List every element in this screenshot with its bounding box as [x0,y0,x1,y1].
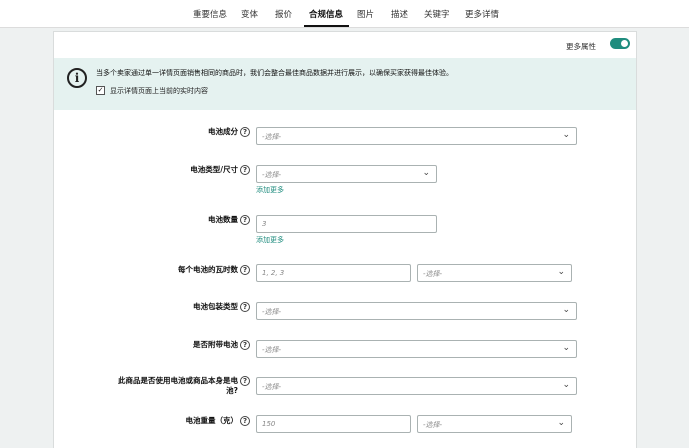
tab-more-details[interactable]: 更多详情 [465,8,499,20]
input-placeholder: 150 [262,420,276,428]
help-icon[interactable]: ? [240,376,250,386]
tab-keywords[interactable]: 关键字 [424,8,450,20]
more-attributes-label: 更多属性 [566,42,596,51]
chevron-down-icon: ⌄ [562,380,570,390]
battery-weight-unit-select[interactable]: -选择- ⌄ [417,415,572,433]
info-notice: i 当多个卖家通过单一详情页面销售相同的商品时，我们会整合最佳商品数据并进行展示… [54,58,636,110]
live-content-checkbox-label: 显示详情页面上当前的实时内容 [110,87,208,95]
help-icon[interactable]: ? [240,302,250,312]
help-icon[interactable]: ? [240,215,250,225]
battery-type-select[interactable]: -选择- ⌄ [256,165,437,183]
battery-composition-select[interactable]: -选择- ⌄ [256,127,577,145]
chevron-down-icon: ⌄ [422,168,430,178]
batteries-included-label: 是否附带电池 [193,340,238,349]
select-value: -选择- [262,133,282,141]
watt-hours-input[interactable]: 1, 2, 3 [256,264,411,282]
tab-compliance[interactable]: 合规信息 [309,8,343,20]
uses-battery-select[interactable]: -选择- ⌄ [256,377,577,395]
help-icon[interactable]: ? [240,165,250,175]
help-icon[interactable]: ? [240,416,250,426]
watt-hours-label: 每个电池的瓦时数 [178,265,238,274]
notice-text: 当多个卖家通过单一详情页面销售相同的商品时，我们会整合最佳商品数据并进行展示，以… [96,69,453,77]
battery-count-label: 电池数量 [208,215,238,224]
battery-type-label: 电池类型/尺寸 [190,165,238,174]
help-icon[interactable]: ? [240,340,250,350]
battery-weight-input[interactable]: 150 [256,415,411,433]
select-value: -选择- [262,308,282,316]
chevron-down-icon: ⌄ [562,305,570,315]
watt-hours-unit-select[interactable]: -选择- ⌄ [417,264,572,282]
help-icon[interactable]: ? [240,265,250,275]
battery-count-add-more-link[interactable]: 添加更多 [256,235,284,245]
select-value: -选择- [262,171,282,179]
tab-description[interactable]: 描述 [391,8,408,20]
uses-battery-label: 此商品是否使用电池或商品本身是电池? [118,376,238,395]
tab-images[interactable]: 图片 [357,8,374,20]
input-placeholder: 3 [262,220,267,228]
select-value: -选择- [262,383,282,391]
tab-variations[interactable]: 变体 [241,8,258,20]
nav-divider [0,27,689,28]
info-icon: i [67,68,87,88]
select-value: -选择- [423,270,443,278]
select-value: -选择- [262,346,282,354]
battery-packaging-select[interactable]: -选择- ⌄ [256,302,577,320]
battery-composition-label: 电池成分 [208,127,238,136]
tab-important-info[interactable]: 重要信息 [193,8,227,20]
chevron-down-icon: ⌄ [562,343,570,353]
help-icon[interactable]: ? [240,127,250,137]
tab-offer[interactable]: 报价 [275,8,292,20]
chevron-down-icon: ⌄ [557,418,565,428]
compliance-form-card: 更多属性 i 当多个卖家通过单一详情页面销售相同的商品时，我们会整合最佳商品数据… [53,31,637,448]
chevron-down-icon: ⌄ [562,130,570,140]
battery-packaging-label: 电池包装类型 [193,302,238,311]
input-placeholder: 1, 2, 3 [262,269,285,277]
live-content-checkbox[interactable]: ✓ [96,86,105,95]
top-navigation: 重要信息 变体 报价 合规信息 图片 描述 关键字 更多详情 [0,0,689,27]
battery-type-add-more-link[interactable]: 添加更多 [256,185,284,195]
batteries-included-select[interactable]: -选择- ⌄ [256,340,577,358]
battery-weight-label: 电池重量（克） [185,416,239,425]
select-value: -选择- [423,421,443,429]
chevron-down-icon: ⌄ [557,267,565,277]
battery-count-input[interactable]: 3 [256,215,437,233]
more-attributes-toggle[interactable] [610,38,630,49]
